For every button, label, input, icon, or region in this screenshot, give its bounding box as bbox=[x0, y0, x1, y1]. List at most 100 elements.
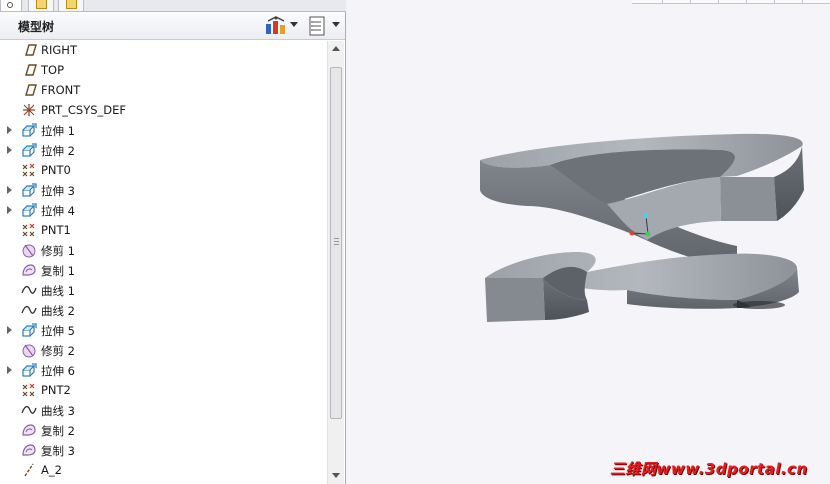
tree-item-label: PNT1 bbox=[41, 223, 71, 237]
model-tree-title: 模型树 bbox=[18, 20, 55, 34]
tree-item-label: 拉伸 2 bbox=[41, 144, 75, 158]
show-list-icon bbox=[309, 16, 325, 36]
expand-arrow-icon[interactable] bbox=[7, 186, 12, 194]
tree-item[interactable]: 拉伸 1 bbox=[0, 120, 326, 140]
tree-item-label: 修剪 2 bbox=[41, 344, 75, 358]
tree-item[interactable]: A_2 bbox=[0, 460, 326, 480]
settings-dropdown-arrow bbox=[290, 22, 298, 27]
tree-item[interactable]: FRONT bbox=[0, 80, 326, 100]
tree-item[interactable]: PRT_CSYS_DEF bbox=[0, 100, 326, 120]
scroll-up-button[interactable] bbox=[328, 41, 344, 57]
tree-item-label: 拉伸 3 bbox=[41, 184, 75, 198]
datum-axis-icon bbox=[24, 463, 34, 477]
tab-model-tree[interactable] bbox=[0, 0, 22, 12]
tree-vertical-scrollbar[interactable] bbox=[327, 41, 344, 484]
model-tree-header: 模型树 bbox=[0, 12, 345, 40]
extrude-icon bbox=[22, 143, 37, 157]
scroll-thumb[interactable] bbox=[330, 67, 342, 419]
app-window: 模型树 RIGHT TOP FRONT PRT_CSYS_DEF 拉伸 1 拉伸… bbox=[0, 0, 830, 484]
tree-item-label: 拉伸 5 bbox=[41, 324, 75, 338]
coordinate-system-icon bbox=[23, 104, 35, 116]
tree-item[interactable]: RIGHT bbox=[0, 41, 326, 60]
datum-plane-icon bbox=[25, 44, 37, 56]
tree-settings-button[interactable] bbox=[264, 16, 300, 36]
tree-item[interactable]: 拉伸 3 bbox=[0, 180, 326, 200]
tree-item-label: 复制 2 bbox=[41, 424, 75, 438]
datum-point-icon bbox=[22, 163, 35, 177]
model-tree-tab-icon bbox=[7, 2, 13, 8]
3d-model-view[interactable] bbox=[347, 0, 830, 484]
expand-arrow-icon[interactable] bbox=[7, 326, 12, 334]
tree-item-label: 曲线 2 bbox=[41, 304, 75, 318]
show-dropdown-arrow bbox=[332, 22, 340, 27]
extrude-icon bbox=[22, 323, 37, 337]
trim-icon bbox=[22, 344, 36, 358]
scroll-grip-icon bbox=[334, 238, 339, 245]
expand-arrow-icon[interactable] bbox=[7, 146, 12, 154]
upper-block-end bbox=[720, 177, 777, 221]
model-tree-list: RIGHT TOP FRONT PRT_CSYS_DEF 拉伸 1 拉伸 2 PNT0 拉伸 … bbox=[0, 41, 326, 484]
triad-y-marker bbox=[643, 213, 649, 219]
tree-item[interactable]: 修剪 2 bbox=[0, 340, 326, 360]
tree-item[interactable]: 拉伸 6 bbox=[0, 360, 326, 380]
curve-icon bbox=[21, 305, 37, 314]
tree-item-label: PNT2 bbox=[41, 383, 71, 397]
toolbar-separator bbox=[746, 0, 747, 4]
tree-item[interactable]: 复制 3 bbox=[0, 440, 326, 460]
toolbar-separator bbox=[662, 0, 663, 4]
tree-item[interactable]: 修剪 1 bbox=[0, 240, 326, 260]
tree-item[interactable]: PNT2 bbox=[0, 380, 326, 400]
extrude-icon bbox=[22, 183, 37, 197]
tree-settings-icon bbox=[266, 16, 285, 34]
triad-z-marker bbox=[645, 231, 651, 237]
floor-shadow bbox=[733, 301, 785, 309]
tree-item[interactable]: PNT1 bbox=[0, 220, 326, 240]
extrude-icon bbox=[22, 363, 37, 377]
tree-item-label: 拉伸 4 bbox=[41, 204, 75, 218]
tree-item[interactable]: 曲线 1 bbox=[0, 280, 326, 300]
tree-item[interactable]: 曲线 2 bbox=[0, 300, 326, 320]
tree-item-label: PNT0 bbox=[41, 163, 71, 177]
viewport-toolbar-strip bbox=[632, 0, 830, 4]
tree-item-label: PRT_CSYS_DEF bbox=[41, 103, 127, 117]
datum-plane-icon bbox=[25, 84, 37, 96]
toolbar-separator bbox=[774, 0, 775, 4]
copy-surface-icon bbox=[22, 264, 36, 276]
extrude-icon bbox=[22, 123, 37, 137]
watermark-text: 三维网www.3dportal.cn bbox=[610, 460, 808, 478]
tree-item[interactable]: 拉伸 5 bbox=[0, 320, 326, 340]
tree-item[interactable]: PNT0 bbox=[0, 160, 326, 180]
graphics-viewport[interactable] bbox=[347, 0, 830, 484]
tree-item-label: TOP bbox=[41, 63, 65, 77]
scroll-down-button[interactable] bbox=[328, 468, 344, 484]
tab-folder-browser[interactable] bbox=[28, 0, 54, 12]
tree-item-label: FRONT bbox=[41, 83, 81, 97]
favorites-folder-icon bbox=[66, 0, 77, 9]
tree-item[interactable]: 复制 1 bbox=[0, 260, 326, 280]
tree-item[interactable]: TOP bbox=[0, 60, 326, 80]
tree-item[interactable]: 复制 2 bbox=[0, 420, 326, 440]
tree-item[interactable]: 拉伸 2 bbox=[0, 140, 326, 160]
trim-icon bbox=[22, 244, 36, 258]
model-tree-panel: 模型树 RIGHT TOP FRONT PRT_CSYS_DEF 拉伸 1 拉伸… bbox=[0, 12, 346, 484]
tree-item-label: 拉伸 1 bbox=[41, 124, 75, 138]
toolbar-separator bbox=[718, 0, 719, 4]
tree-item-label: 修剪 1 bbox=[41, 244, 75, 258]
tree-item-label: A_2 bbox=[41, 463, 62, 477]
tab-favorites[interactable] bbox=[58, 0, 84, 12]
tree-item[interactable]: 曲线 3 bbox=[0, 400, 326, 420]
lower-block-front bbox=[485, 278, 545, 322]
tree-item-label: 复制 3 bbox=[41, 444, 75, 458]
tree-item[interactable]: 拉伸 4 bbox=[0, 200, 326, 220]
expand-arrow-icon[interactable] bbox=[7, 366, 12, 374]
tree-item-label: 拉伸 6 bbox=[41, 364, 75, 378]
datum-point-icon bbox=[22, 223, 35, 237]
datum-point-icon bbox=[22, 383, 35, 397]
show-menu-button[interactable] bbox=[306, 16, 342, 36]
expand-arrow-icon[interactable] bbox=[7, 206, 12, 214]
navigator-tabs bbox=[0, 0, 346, 12]
tree-item-label: 复制 1 bbox=[41, 264, 75, 278]
datum-plane-icon bbox=[25, 64, 37, 76]
expand-arrow-icon[interactable] bbox=[7, 126, 12, 134]
curve-icon bbox=[21, 405, 37, 414]
